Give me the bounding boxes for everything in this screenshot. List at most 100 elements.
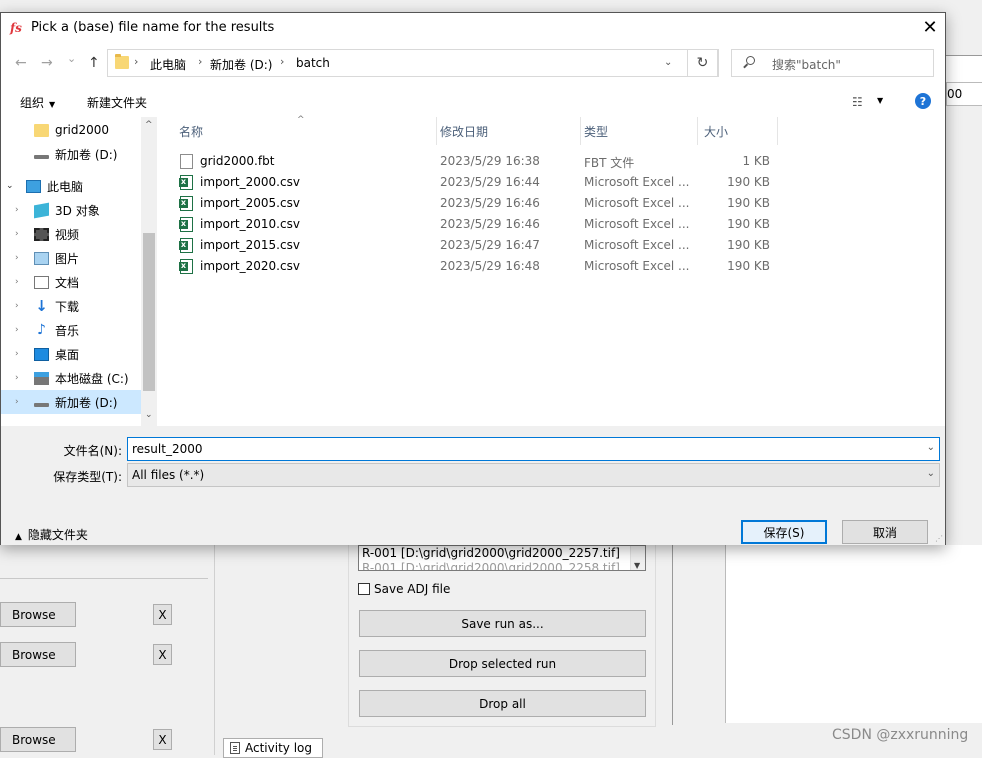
chevron-right-icon: › xyxy=(198,55,203,68)
filename-input[interactable]: result_2000 ⌄ xyxy=(127,437,940,461)
search-input[interactable]: 搜索"batch" xyxy=(731,49,934,77)
drop-all-button[interactable]: Drop all xyxy=(359,690,646,717)
tree-item-documents[interactable]: › 文档 xyxy=(1,270,141,294)
file-date: 2023/5/29 16:47 xyxy=(440,238,540,252)
save-adj-checkbox[interactable] xyxy=(358,583,370,595)
help-icon[interactable]: ? xyxy=(915,93,931,109)
breadcrumb-item[interactable]: 新加卷 (D:) xyxy=(210,56,272,73)
tree-item-label: 下载 xyxy=(55,299,80,314)
drive-icon xyxy=(34,403,49,407)
column-header-type[interactable]: 类型 xyxy=(581,117,698,145)
drop-selected-run-button[interactable]: Drop selected run xyxy=(359,650,646,677)
run-list-scrollbar[interactable]: ▼ xyxy=(630,546,645,570)
save-run-as-button[interactable]: Save run as... xyxy=(359,610,646,637)
filetype-value: All files (*.*) xyxy=(132,468,205,482)
caret-up-icon: ▲ xyxy=(15,532,22,542)
browse-button[interactable]: Browse xyxy=(0,642,76,667)
file-icon xyxy=(180,154,193,169)
navigation-scrollbar[interactable]: ^ ⌄ xyxy=(141,117,157,426)
navigation-pane[interactable]: grid2000 新加卷 (D:) ⌄ 此电脑 › 3D 对象 › 视频 › 图… xyxy=(1,117,157,426)
chevron-down-icon[interactable]: ⌄ xyxy=(664,57,672,68)
tree-item-videos[interactable]: › 视频 xyxy=(1,222,141,246)
scrollbar-thumb[interactable] xyxy=(143,233,155,391)
caret-down-icon[interactable]: ▼ xyxy=(877,96,883,105)
scroll-down-icon[interactable]: ⌄ xyxy=(145,410,153,420)
tree-item-downloads[interactable]: › ↓ 下载 xyxy=(1,294,141,318)
organize-button[interactable]: 组织 ▼ xyxy=(20,94,55,111)
run-list-item[interactable]: R-001 [D:\grid\grid2000\grid2000_2258.ti… xyxy=(362,561,645,570)
tree-item-label: 本地磁盘 (C:) xyxy=(55,371,129,386)
filetype-select[interactable]: All files (*.*) ⌄ xyxy=(127,463,940,487)
column-header-label: 大小 xyxy=(704,124,729,139)
column-header-date[interactable]: 修改日期 xyxy=(437,117,581,145)
file-type: Microsoft Excel ... xyxy=(584,217,690,231)
forward-arrow-icon[interactable]: → xyxy=(41,55,53,71)
tree-item-drive-d[interactable]: › 新加卷 (D:) xyxy=(1,390,141,414)
chevron-down-icon[interactable]: ⌄ xyxy=(927,468,935,479)
chevron-right-icon[interactable]: › xyxy=(15,229,19,239)
breadcrumb-item[interactable]: batch xyxy=(296,56,330,70)
file-row[interactable]: import_2000.csv 2023/5/29 16:44 Microsof… xyxy=(161,172,781,193)
file-size: 190 KB xyxy=(727,217,770,231)
browse-button[interactable]: Browse xyxy=(0,602,76,627)
tree-item-desktop[interactable]: › 桌面 xyxy=(1,342,141,366)
file-row[interactable]: import_2010.csv 2023/5/29 16:46 Microsof… xyxy=(161,214,781,235)
excel-icon xyxy=(179,259,193,274)
run-list-item[interactable]: R-001 [D:\grid\grid2000\grid2000_2257.ti… xyxy=(362,546,645,561)
chevron-down-icon[interactable]: ⌄ xyxy=(927,442,935,453)
up-arrow-icon[interactable]: ↑ xyxy=(88,55,100,71)
chevron-down-icon[interactable]: ⌄ xyxy=(6,181,14,191)
download-icon: ↓ xyxy=(35,296,48,315)
refresh-icon: ↻ xyxy=(696,55,709,71)
tree-item-music[interactable]: › ♪ 音乐 xyxy=(1,318,141,342)
run-list[interactable]: R-001 [D:\grid\grid2000\grid2000_2257.ti… xyxy=(358,545,646,571)
save-button[interactable]: 保存(S) xyxy=(741,520,827,544)
tab-activity-log[interactable]: Activity log xyxy=(223,738,323,758)
chevron-right-icon[interactable]: › xyxy=(15,373,19,383)
refresh-button[interactable]: ↻ xyxy=(687,49,718,77)
tree-item-drive-d[interactable]: 新加卷 (D:) xyxy=(1,142,141,166)
tree-item-grid2000[interactable]: grid2000 xyxy=(1,118,141,142)
view-options-icon[interactable]: ☷ xyxy=(852,95,863,109)
tree-item-this-pc[interactable]: ⌄ 此电脑 xyxy=(1,174,141,198)
resize-grip-icon[interactable]: ⋰ xyxy=(935,534,943,543)
chevron-right-icon[interactable]: › xyxy=(15,301,19,311)
tree-item-drive-c[interactable]: › 本地磁盘 (C:) xyxy=(1,366,141,390)
chevron-right-icon[interactable]: › xyxy=(15,349,19,359)
file-list[interactable]: 名称 ^ 修改日期 类型 大小 grid2000.fbt 2023/5/29 1… xyxy=(161,115,945,426)
remove-button[interactable]: X xyxy=(153,729,172,750)
file-size: 190 KB xyxy=(727,175,770,189)
file-row[interactable]: import_2015.csv 2023/5/29 16:47 Microsof… xyxy=(161,235,781,256)
dialog-footer: 文件名(N): result_2000 ⌄ 保存类型(T): All files… xyxy=(1,426,945,545)
close-button[interactable]: ✕ xyxy=(915,13,945,41)
tree-item-3d-objects[interactable]: › 3D 对象 xyxy=(1,198,141,222)
file-row[interactable]: import_2020.csv 2023/5/29 16:48 Microsof… xyxy=(161,256,781,277)
remove-button[interactable]: X xyxy=(153,644,172,665)
column-header-size[interactable]: 大小 xyxy=(698,117,778,145)
browse-button[interactable]: Browse xyxy=(0,727,76,752)
chevron-right-icon[interactable]: › xyxy=(15,325,19,335)
tree-item-label: 此电脑 xyxy=(47,179,84,194)
scroll-up-icon[interactable]: ^ xyxy=(145,120,153,130)
breadcrumb-item[interactable]: 此电脑 xyxy=(150,56,186,73)
tree-item-pictures[interactable]: › 图片 xyxy=(1,246,141,270)
column-header-label: 类型 xyxy=(584,124,609,139)
address-bar[interactable]: › 此电脑 › 新加卷 (D:) › batch ⌄ xyxy=(107,49,719,77)
file-row[interactable]: import_2005.csv 2023/5/29 16:46 Microsof… xyxy=(161,193,781,214)
scroll-down-icon[interactable]: ▼ xyxy=(634,558,640,570)
new-folder-button[interactable]: 新建文件夹 xyxy=(87,94,147,111)
recent-locations-icon[interactable]: ⌄ xyxy=(67,52,76,65)
hide-folders-toggle[interactable]: ▲ 隐藏文件夹 xyxy=(15,526,88,543)
chevron-right-icon[interactable]: › xyxy=(15,205,19,215)
cancel-button[interactable]: 取消 xyxy=(842,520,928,544)
chevron-right-icon[interactable]: › xyxy=(15,253,19,263)
back-arrow-icon[interactable]: ← xyxy=(15,55,27,71)
dialog-titlebar[interactable]: fs Pick a (base) file name for the resul… xyxy=(1,13,945,43)
column-header-name[interactable]: 名称 ^ xyxy=(161,115,437,145)
remove-button[interactable]: X xyxy=(153,604,172,625)
file-row[interactable]: grid2000.fbt 2023/5/29 16:38 FBT 文件 1 KB xyxy=(161,151,781,172)
chevron-right-icon[interactable]: › xyxy=(15,397,19,407)
command-bar: 组织 ▼ 新建文件夹 ☷ ▼ ? xyxy=(1,88,945,116)
chevron-right-icon[interactable]: › xyxy=(15,277,19,287)
filename-value[interactable]: result_2000 xyxy=(132,442,203,456)
